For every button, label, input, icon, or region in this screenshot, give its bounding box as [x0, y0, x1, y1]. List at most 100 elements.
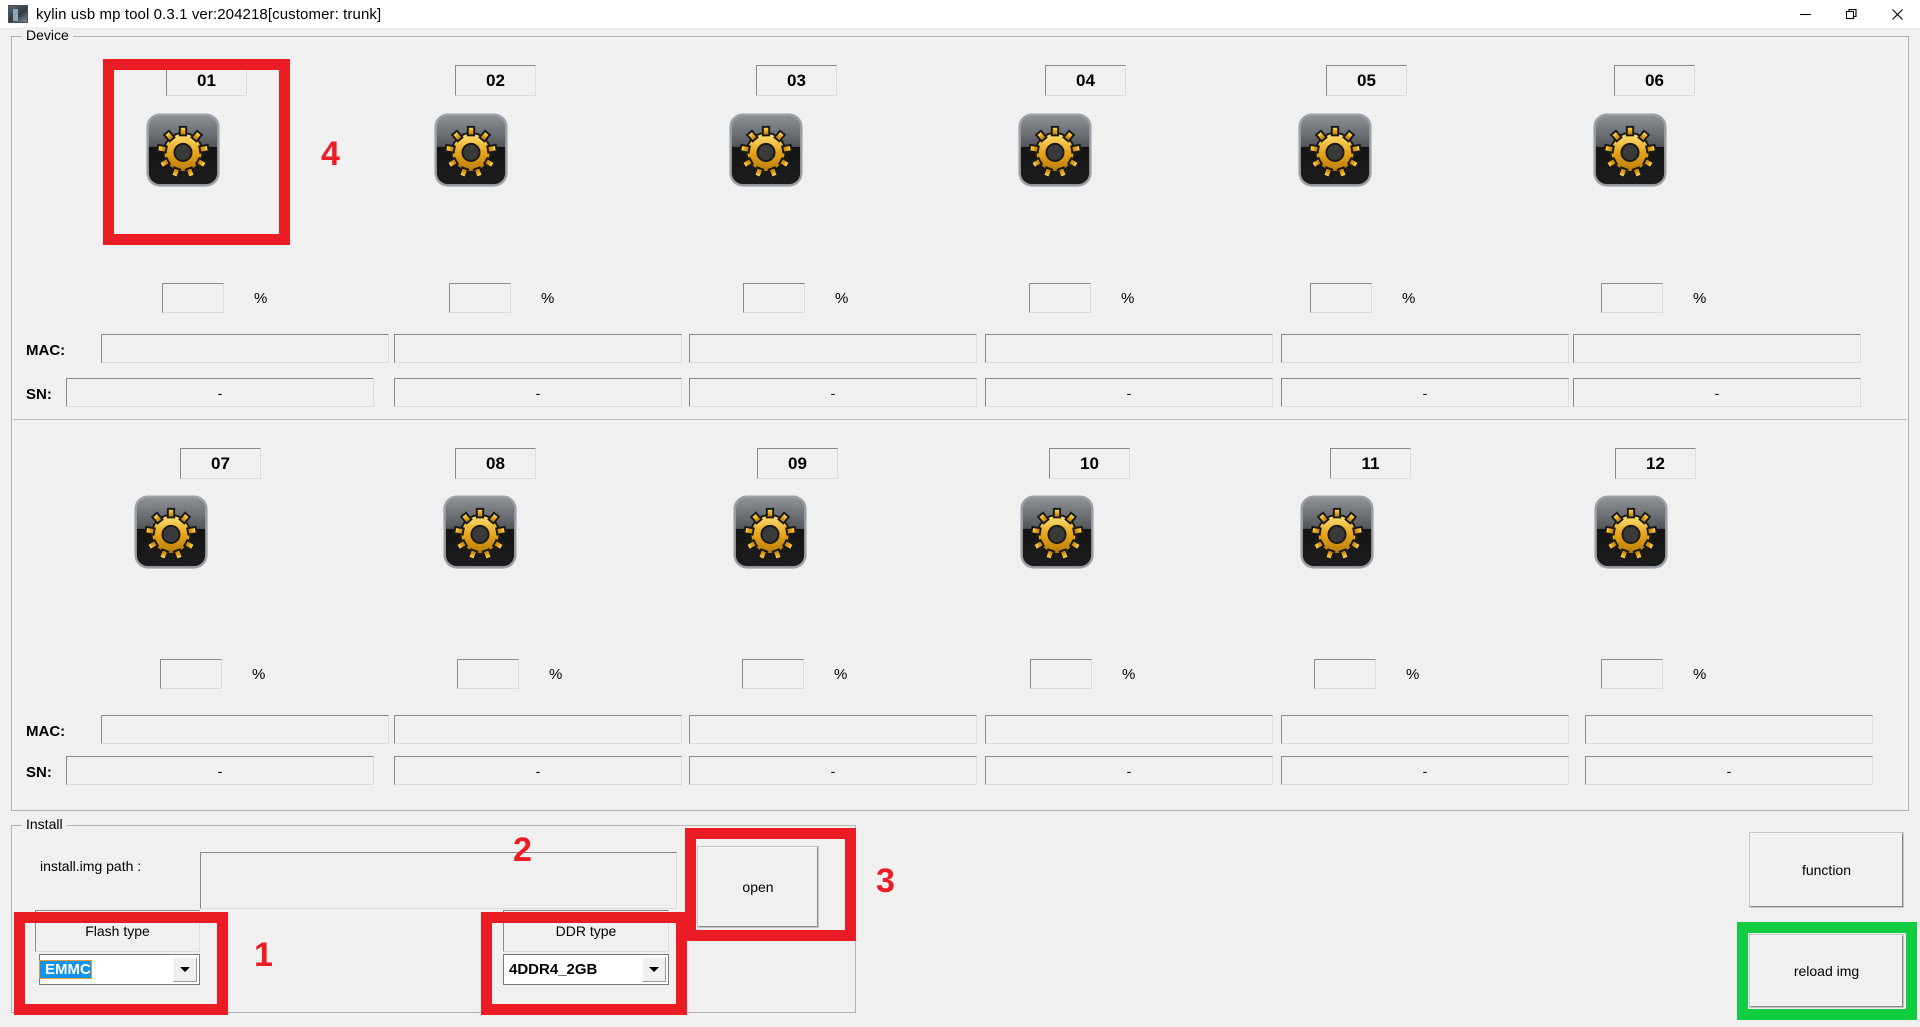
sn-label-row1: SN: [26, 386, 52, 403]
device-icon-09[interactable] [731, 493, 809, 571]
device-icon-06[interactable] [1591, 111, 1669, 189]
percent-label-02: % [541, 290, 555, 307]
ddr-type-value: 4DDR4_2GB [509, 961, 598, 978]
device-number-03: 03 [756, 65, 837, 96]
sn-field-10[interactable]: - [985, 756, 1273, 785]
sn-field-11[interactable]: - [1281, 756, 1569, 785]
device-row-divider [13, 419, 1907, 420]
mac-field-06[interactable] [1573, 334, 1861, 363]
device-percent-08[interactable] [457, 659, 519, 689]
chevron-down-icon-flash[interactable] [173, 957, 197, 982]
device-icon-03[interactable] [727, 111, 805, 189]
device-icon-05[interactable] [1296, 111, 1374, 189]
mac-field-04[interactable] [985, 334, 1273, 363]
flash-type-label: Flash type [35, 910, 200, 952]
sn-field-04[interactable]: - [985, 378, 1273, 407]
device-number-10: 10 [1049, 448, 1130, 479]
device-number-09: 09 [757, 448, 838, 479]
percent-label-03: % [835, 290, 849, 307]
percent-label-01: % [254, 290, 268, 307]
device-number-04: 04 [1045, 65, 1126, 96]
sn-field-06[interactable]: - [1573, 378, 1861, 407]
device-percent-02[interactable] [449, 283, 511, 313]
annotation-number-3: 3 [876, 862, 895, 900]
mac-field-08[interactable] [394, 715, 682, 744]
device-icon-12[interactable] [1592, 493, 1670, 571]
percent-label-06: % [1693, 290, 1707, 307]
sn-field-08[interactable]: - [394, 756, 682, 785]
device-icon-10[interactable] [1018, 493, 1096, 571]
application-window: kylin usb mp tool 0.3.1 ver:204218[custo… [0, 0, 1920, 1027]
device-number-07: 07 [180, 448, 261, 479]
sn-field-12[interactable]: - [1585, 756, 1873, 785]
device-icon-08[interactable] [441, 493, 519, 571]
device-icon-02[interactable] [432, 111, 510, 189]
device-percent-09[interactable] [742, 659, 804, 689]
percent-label-12: % [1693, 666, 1707, 683]
device-icon-04[interactable] [1016, 111, 1094, 189]
mac-field-01[interactable] [101, 334, 389, 363]
mac-field-05[interactable] [1281, 334, 1569, 363]
device-percent-11[interactable] [1314, 659, 1376, 689]
mac-field-07[interactable] [101, 715, 389, 744]
function-button[interactable]: function [1749, 832, 1904, 908]
percent-label-07: % [252, 666, 266, 683]
device-number-06: 06 [1614, 65, 1695, 96]
app-icon [8, 5, 28, 23]
mac-field-11[interactable] [1281, 715, 1569, 744]
sn-label-row2: SN: [26, 764, 52, 781]
mac-label-row1: MAC: [26, 342, 66, 359]
device-percent-07[interactable] [160, 659, 222, 689]
device-percent-10[interactable] [1030, 659, 1092, 689]
minimize-icon[interactable] [1782, 0, 1828, 29]
flash-type-value: EMMC [39, 960, 92, 979]
device-icon-07[interactable] [132, 493, 210, 571]
sn-field-05[interactable]: - [1281, 378, 1569, 407]
device-percent-03[interactable] [743, 283, 805, 313]
mac-field-03[interactable] [689, 334, 977, 363]
percent-label-09: % [834, 666, 848, 683]
percent-label-11: % [1406, 666, 1420, 683]
sn-field-07[interactable]: - [66, 756, 374, 785]
sn-field-01[interactable]: - [66, 378, 374, 407]
chevron-down-icon-ddr[interactable] [642, 957, 666, 982]
restore-icon[interactable] [1828, 0, 1874, 29]
device-number-05: 05 [1326, 65, 1407, 96]
title-bar: kylin usb mp tool 0.3.1 ver:204218[custo… [0, 0, 1920, 29]
device-icon-11[interactable] [1298, 493, 1376, 571]
sn-field-02[interactable]: - [394, 378, 682, 407]
mac-label-row2: MAC: [26, 723, 66, 740]
device-percent-01[interactable] [162, 283, 224, 313]
close-icon[interactable] [1874, 0, 1920, 29]
device-percent-06[interactable] [1601, 283, 1663, 313]
device-icon-01[interactable] [144, 111, 222, 189]
device-number-02: 02 [455, 65, 536, 96]
mac-field-10[interactable] [985, 715, 1273, 744]
ddr-type-select[interactable]: 4DDR4_2GB [503, 954, 669, 985]
install-group-title: Install [22, 816, 67, 832]
window-controls [1782, 0, 1920, 29]
mac-field-02[interactable] [394, 334, 682, 363]
ddr-type-label: DDR type [503, 910, 669, 952]
percent-label-08: % [549, 666, 563, 683]
device-number-08: 08 [455, 448, 536, 479]
device-number-01: 01 [166, 65, 247, 96]
reload-img-button[interactable]: reload img [1749, 934, 1904, 1008]
flash-type-select[interactable]: EMMC [39, 954, 200, 985]
sn-field-03[interactable]: - [689, 378, 977, 407]
percent-label-04: % [1121, 290, 1135, 307]
mac-field-09[interactable] [689, 715, 977, 744]
device-percent-12[interactable] [1601, 659, 1663, 689]
device-percent-05[interactable] [1310, 283, 1372, 313]
install-img-path-input[interactable] [200, 852, 677, 909]
device-number-12: 12 [1615, 448, 1696, 479]
device-group-title: Device [22, 27, 73, 43]
percent-label-10: % [1122, 666, 1136, 683]
mac-field-12[interactable] [1585, 715, 1873, 744]
install-img-path-label: install.img path : [40, 858, 142, 874]
device-percent-04[interactable] [1029, 283, 1091, 313]
sn-field-09[interactable]: - [689, 756, 977, 785]
percent-label-05: % [1402, 290, 1416, 307]
window-title: kylin usb mp tool 0.3.1 ver:204218[custo… [36, 5, 382, 23]
open-button[interactable]: open [697, 846, 819, 928]
